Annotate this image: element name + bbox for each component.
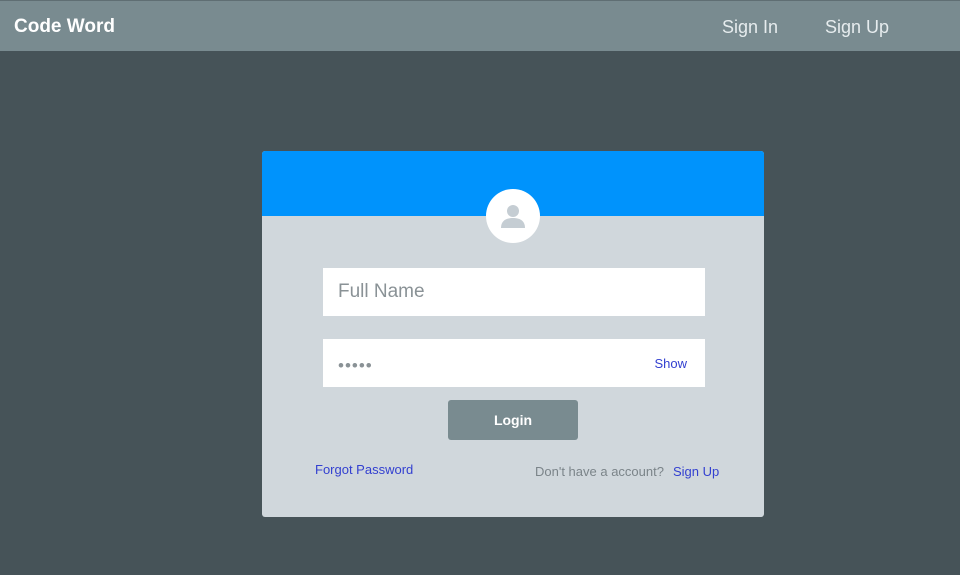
navbar: Code Word Sign In Sign Up bbox=[0, 0, 960, 51]
user-icon bbox=[501, 205, 525, 228]
sign-up-link[interactable]: Sign Up bbox=[673, 464, 719, 479]
show-password-toggle[interactable]: Show bbox=[654, 356, 687, 371]
nav-sign-in-link[interactable]: Sign In bbox=[722, 17, 778, 38]
nav-sign-up-link[interactable]: Sign Up bbox=[825, 17, 889, 38]
login-button[interactable]: Login bbox=[448, 400, 578, 440]
no-account-text: Don't have a account? bbox=[535, 464, 664, 479]
password-field[interactable]: ••••• Show bbox=[323, 339, 705, 387]
avatar bbox=[486, 189, 540, 243]
login-card: ••••• Show Login Forgot Password Don't h… bbox=[262, 151, 764, 517]
full-name-input[interactable] bbox=[323, 268, 705, 316]
brand-logo[interactable]: Code Word bbox=[14, 16, 115, 38]
forgot-password-link[interactable]: Forgot Password bbox=[315, 462, 413, 477]
password-value[interactable]: ••••• bbox=[338, 356, 373, 376]
full-name-field[interactable] bbox=[323, 268, 705, 316]
